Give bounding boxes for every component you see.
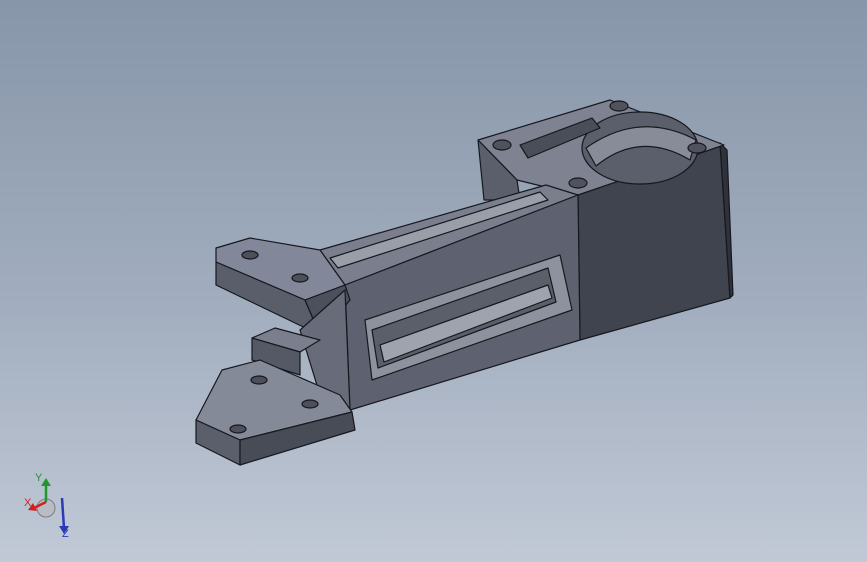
flange-hole-1 [241,250,259,260]
triad-x-label: X [24,497,32,509]
corner-hole-1 [609,100,629,112]
corner-hole-4 [568,177,588,189]
triad-z-label: Z [62,528,69,540]
triad-y-arrow [41,478,51,486]
foot-hole-1 [250,375,268,385]
corner-hole-2 [687,142,707,154]
triad-z-axis [60,497,66,529]
foot-hole-3 [229,424,247,434]
graphics-viewport[interactable]: X Y Z [0,0,867,562]
triad-y-label: Y [35,472,43,484]
flange-hole-2 [291,273,309,283]
corner-hole-3 [492,139,512,151]
foot-hole-2 [301,399,319,409]
cad-part-model[interactable] [0,0,867,562]
view-orientation-triad[interactable]: X Y Z [18,470,78,545]
